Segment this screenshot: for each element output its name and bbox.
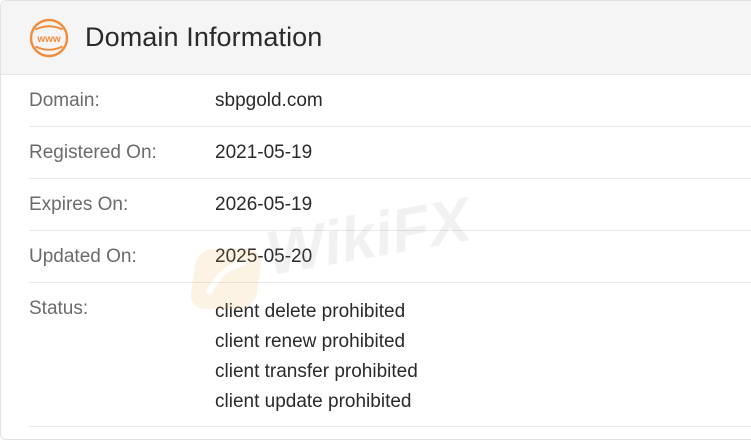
svg-text:www: www — [36, 33, 61, 44]
status-label: Status: — [29, 298, 89, 319]
field-row-updated-on: Updated On: 2025-05-20 — [29, 231, 751, 283]
domain-label: Domain: — [29, 90, 100, 111]
www-globe-icon: www — [29, 18, 69, 57]
status-item: client delete prohibited — [215, 301, 406, 322]
field-row-status: Status: client delete prohibited client … — [29, 283, 751, 427]
registered-on-label: Registered On: — [29, 142, 157, 163]
field-row-registered-on: Registered On: 2021-05-19 — [29, 127, 751, 179]
status-item: client renew prohibited — [215, 331, 406, 352]
status-list: client delete prohibited client renew pr… — [215, 297, 418, 417]
updated-on-value: 2025-05-20 — [215, 246, 313, 267]
domain-information-card: www Domain Information Domain: sbpgold.c… — [0, 0, 751, 440]
field-row-expires-on: Expires On: 2026-05-19 — [29, 179, 751, 231]
expires-on-value: 2026-05-19 — [215, 194, 313, 215]
domain-value: sbpgold.com — [215, 90, 323, 111]
page-title: Domain Information — [85, 22, 323, 52]
status-item: client transfer prohibited — [215, 361, 418, 382]
registered-on-value: 2021-05-19 — [215, 142, 313, 163]
expires-on-label: Expires On: — [29, 194, 129, 215]
status-item: client update prohibited — [215, 391, 412, 412]
updated-on-label: Updated On: — [29, 246, 137, 267]
card-header: www Domain Information — [1, 1, 751, 75]
field-row-domain: Domain: sbpgold.com — [29, 75, 751, 127]
domain-fields: Domain: sbpgold.com Registered On: 2021-… — [1, 75, 751, 427]
